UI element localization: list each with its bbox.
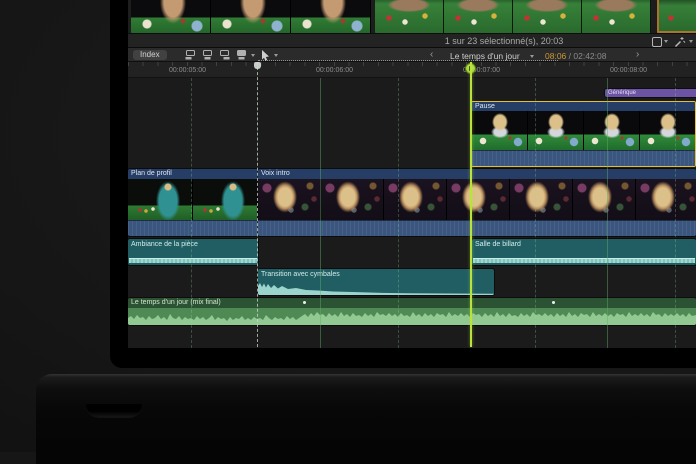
clip-transition-cymbales[interactable]: Transition avec cymbales: [258, 269, 494, 295]
music-waveform-area: [128, 308, 696, 325]
clip-filmstrip: [472, 111, 695, 150]
clip-salle-de-billard[interactable]: Salle de billard: [472, 239, 696, 265]
fcp-window: 1 sur 23 sélectionné(s), 20:03 Index: [128, 0, 696, 348]
clip-appearance-icon[interactable]: [652, 37, 662, 47]
clip-marker-icon: [303, 301, 306, 304]
clip-title: Ambiance de la pièce: [128, 239, 258, 248]
clip-generique[interactable]: Générique: [605, 89, 696, 97]
guide-line-dashed: [675, 78, 676, 348]
guide-line-dashed: [535, 78, 536, 348]
ruler-label: 00:00:08:00: [610, 67, 647, 74]
clip-audio-section: [128, 220, 258, 236]
previous-project-button[interactable]: ‹: [430, 49, 433, 60]
chevron-down-icon: [530, 55, 534, 58]
guide-line-dashed: [191, 78, 192, 348]
clip-mix-final[interactable]: Le temps d'un jour (mix final): [128, 298, 696, 325]
clip-title: Salle de billard: [472, 239, 696, 248]
laptop-lid-notch: [86, 404, 142, 417]
guide-line-solid: [320, 78, 321, 348]
ruler-label: 00:00:06:00: [316, 67, 353, 74]
browser-area: [128, 0, 696, 33]
clip-filmstrip: [128, 179, 258, 221]
clip-title: Pause: [472, 102, 695, 111]
clip-audio-section: [472, 150, 695, 166]
playhead[interactable]: [470, 62, 472, 347]
selection-status: 1 sur 23 sélectionné(s), 20:03: [445, 36, 564, 46]
browser-filmstrip-green-table[interactable]: [375, 0, 651, 33]
clip-ambiance[interactable]: Ambiance de la pièce: [128, 239, 258, 265]
ruler-ticks: [128, 62, 696, 66]
timeline[interactable]: Générique Pause Plan de profil Voix intr…: [128, 78, 696, 348]
clip-plan-de-profil[interactable]: Plan de profil: [128, 169, 258, 236]
audio-waveform: [128, 308, 696, 325]
clip-filmstrip: [258, 179, 696, 221]
range-indicator: [258, 60, 558, 61]
next-project-button[interactable]: ›: [636, 49, 639, 60]
append-clip-icon[interactable]: [218, 50, 231, 60]
chevron-down-icon[interactable]: [274, 54, 278, 57]
chevron-down-icon[interactable]: [664, 40, 668, 43]
timeline-ruler[interactable]: 00:00:05:00 00:00:06:00 00:00:07:00 00:0…: [128, 62, 696, 78]
index-button[interactable]: Index: [133, 50, 167, 60]
connect-clip-icon[interactable]: [184, 50, 197, 60]
insert-clip-icon[interactable]: [201, 50, 214, 60]
guide-line-dashed: [398, 78, 399, 348]
audio-waveform: [129, 258, 257, 263]
audio-waveform: [258, 282, 494, 295]
timecode-total: 02:42:08: [573, 51, 606, 61]
browser-status-bar: 1 sur 23 sélectionné(s), 20:03: [128, 33, 696, 48]
browser-filmstrip-selected-partial[interactable]: [657, 0, 696, 33]
laptop-base: [36, 374, 696, 464]
clip-title-bar: Le temps d'un jour (mix final): [128, 298, 696, 308]
browser-filmstrip-dark-pool[interactable]: [131, 0, 371, 33]
clip-title: Le temps d'un jour (mix final): [131, 299, 221, 306]
clip-pause[interactable]: Pause: [471, 101, 696, 167]
enhancements-icon[interactable]: [674, 36, 686, 48]
marker-line: [257, 62, 258, 347]
clip-marker-icon: [552, 301, 555, 304]
chevron-down-icon[interactable]: [689, 40, 693, 43]
overwrite-clip-icon[interactable]: [235, 50, 248, 60]
audio-waveform: [473, 258, 695, 263]
clip-title: Voix intro: [258, 169, 696, 179]
laptop-screen-bezel: 1 sur 23 sélectionné(s), 20:03 Index: [110, 0, 696, 368]
clip-title: Plan de profil: [128, 169, 258, 179]
chevron-down-icon[interactable]: [251, 54, 255, 57]
clip-title: Transition avec cymbales: [258, 269, 494, 278]
ruler-label: 00:00:05:00: [169, 67, 206, 74]
clip-voix-intro[interactable]: Voix intro: [258, 169, 696, 236]
clip-audio-section: [258, 220, 696, 236]
guide-line-solid: [607, 78, 608, 348]
